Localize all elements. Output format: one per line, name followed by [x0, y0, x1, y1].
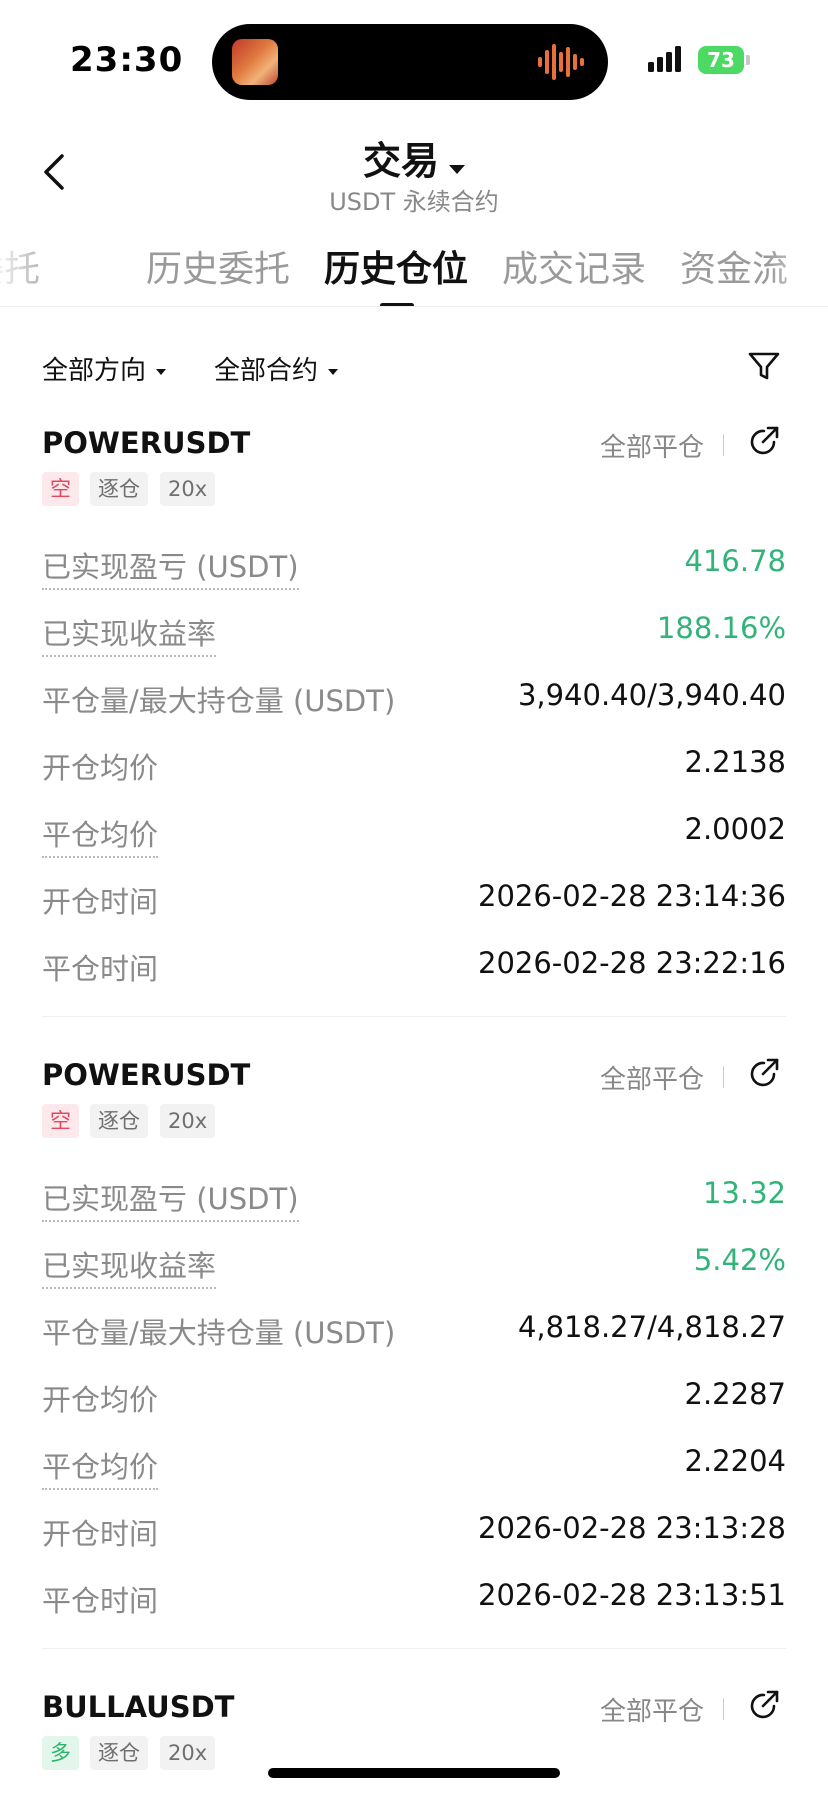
side-tag: 空	[42, 1104, 79, 1138]
open-avg-label: 开仓均价	[42, 1383, 159, 1417]
leverage-tag: 20x	[160, 1736, 216, 1770]
close-time-value: 2026-02-28 23:13:51	[478, 1578, 786, 1612]
realized-pnl-label[interactable]: 已实现盈亏 (USDT)	[42, 1176, 299, 1222]
realized-pnl-value: 416.78	[684, 544, 786, 578]
margin-mode-tag: 逐仓	[90, 1104, 148, 1138]
share-icon[interactable]	[746, 1688, 782, 1724]
realized-pnl-value: 13.32	[702, 1176, 786, 1210]
tab-order-history[interactable]: 历史委托	[146, 240, 290, 292]
close-time-row: 平仓时间 2026-02-28 23:22:16	[42, 946, 786, 986]
cellular-signal-icon	[648, 46, 681, 72]
close-avg-value: 2.0002	[684, 812, 786, 846]
realized-roi-label[interactable]: 已实现收益率	[42, 611, 217, 657]
now-playing-artwork	[232, 39, 278, 85]
position-symbol: POWERUSDT	[42, 426, 251, 460]
status-bar: 23:30 73	[0, 0, 828, 120]
tab-trade-history[interactable]: 成交记录	[502, 240, 646, 292]
battery-icon: 73	[698, 46, 744, 74]
card-separator	[42, 1648, 786, 1649]
battery-nub	[746, 55, 750, 65]
position-symbol: BULLAUSDT	[42, 1690, 235, 1724]
side-tag: 空	[42, 472, 79, 506]
close-avg-row: 平仓均价 2.2204	[42, 1444, 786, 1490]
tab-bar: 委托 历史委托 历史仓位 成交记录 资金流	[0, 236, 828, 307]
open-avg-row: 开仓均价 2.2287	[42, 1377, 786, 1417]
close-time-label: 平仓时间	[42, 1584, 159, 1618]
position-symbol: POWERUSDT	[42, 1058, 251, 1092]
close-avg-value: 2.2204	[684, 1444, 786, 1478]
open-avg-value: 2.2138	[684, 745, 786, 779]
divider	[723, 434, 724, 456]
realized-roi-value: 188.16%	[656, 611, 786, 645]
open-time-label: 开仓时间	[42, 885, 159, 919]
page-subtitle: USDT 永续合约	[329, 188, 499, 216]
tab-fade-right	[768, 236, 828, 306]
active-tab-indicator	[380, 303, 414, 306]
close-max-value: 3,940.40/3,940.40	[517, 678, 786, 712]
contract-filter[interactable]: 全部合约	[214, 350, 339, 387]
tab-fade-left	[0, 236, 60, 306]
close-time-row: 平仓时间 2026-02-28 23:13:51	[42, 1578, 786, 1618]
divider	[723, 1066, 724, 1088]
status-time: 23:30	[70, 40, 184, 80]
realized-pnl-row: 已实现盈亏 (USDT) 416.78	[42, 544, 786, 590]
close-time-label: 平仓时间	[42, 952, 159, 986]
leverage-tag: 20x	[160, 1104, 216, 1138]
realized-roi-row: 已实现收益率 5.42%	[42, 1243, 786, 1289]
open-time-row: 开仓时间 2026-02-28 23:14:36	[42, 879, 786, 919]
caret-down-icon	[156, 368, 167, 375]
margin-mode-tag: 逐仓	[90, 472, 148, 506]
audio-waveform-icon	[538, 44, 584, 80]
close-max-row: 平仓量/最大持仓量 (USDT) 3,940.40/3,940.40	[42, 678, 786, 718]
share-icon[interactable]	[746, 1056, 782, 1092]
open-time-label: 开仓时间	[42, 1517, 159, 1551]
margin-mode-tag: 逐仓	[90, 1736, 148, 1770]
filter-icon[interactable]	[746, 348, 782, 384]
open-time-row: 开仓时间 2026-02-28 23:13:28	[42, 1511, 786, 1551]
caret-down-icon	[449, 165, 465, 174]
open-avg-row: 开仓均价 2.2138	[42, 745, 786, 785]
close-time-value: 2026-02-28 23:22:16	[478, 946, 786, 980]
realized-pnl-label[interactable]: 已实现盈亏 (USDT)	[42, 544, 299, 590]
close-max-label: 平仓量/最大持仓量 (USDT)	[42, 1316, 396, 1350]
contract-filter-label: 全部合约	[214, 356, 319, 386]
close-all-button[interactable]: 全部平仓	[600, 427, 704, 464]
close-max-label: 平仓量/最大持仓量 (USDT)	[42, 684, 396, 718]
tab-position-history[interactable]: 历史仓位	[324, 240, 468, 292]
close-max-row: 平仓量/最大持仓量 (USDT) 4,818.27/4,818.27	[42, 1310, 786, 1350]
realized-roi-value: 5.42%	[693, 1243, 786, 1277]
battery-level: 73	[707, 48, 735, 72]
open-avg-label: 开仓均价	[42, 751, 159, 785]
leverage-tag: 20x	[160, 472, 216, 506]
page-title-switcher[interactable]: 交易	[0, 130, 828, 185]
realized-roi-label[interactable]: 已实现收益率	[42, 1243, 217, 1289]
open-avg-value: 2.2287	[684, 1377, 786, 1411]
close-avg-row: 平仓均价 2.0002	[42, 812, 786, 858]
direction-filter[interactable]: 全部方向	[42, 350, 167, 387]
close-avg-label[interactable]: 平仓均价	[42, 812, 159, 858]
share-icon[interactable]	[746, 424, 782, 460]
close-all-button[interactable]: 全部平仓	[600, 1691, 704, 1728]
home-indicator[interactable]	[268, 1768, 560, 1778]
card-separator	[42, 1016, 786, 1017]
page-title: 交易	[362, 139, 439, 183]
close-avg-label[interactable]: 平仓均价	[42, 1444, 159, 1490]
direction-filter-label: 全部方向	[42, 356, 147, 386]
divider	[723, 1698, 724, 1720]
dynamic-island[interactable]	[212, 24, 608, 100]
caret-down-icon	[328, 368, 339, 375]
open-time-value: 2026-02-28 23:13:28	[478, 1511, 786, 1545]
close-max-value: 4,818.27/4,818.27	[517, 1310, 786, 1344]
close-all-button[interactable]: 全部平仓	[600, 1059, 704, 1096]
open-time-value: 2026-02-28 23:14:36	[478, 879, 786, 913]
realized-roi-row: 已实现收益率 188.16%	[42, 611, 786, 657]
realized-pnl-row: 已实现盈亏 (USDT) 13.32	[42, 1176, 786, 1222]
side-tag: 多	[42, 1736, 79, 1770]
